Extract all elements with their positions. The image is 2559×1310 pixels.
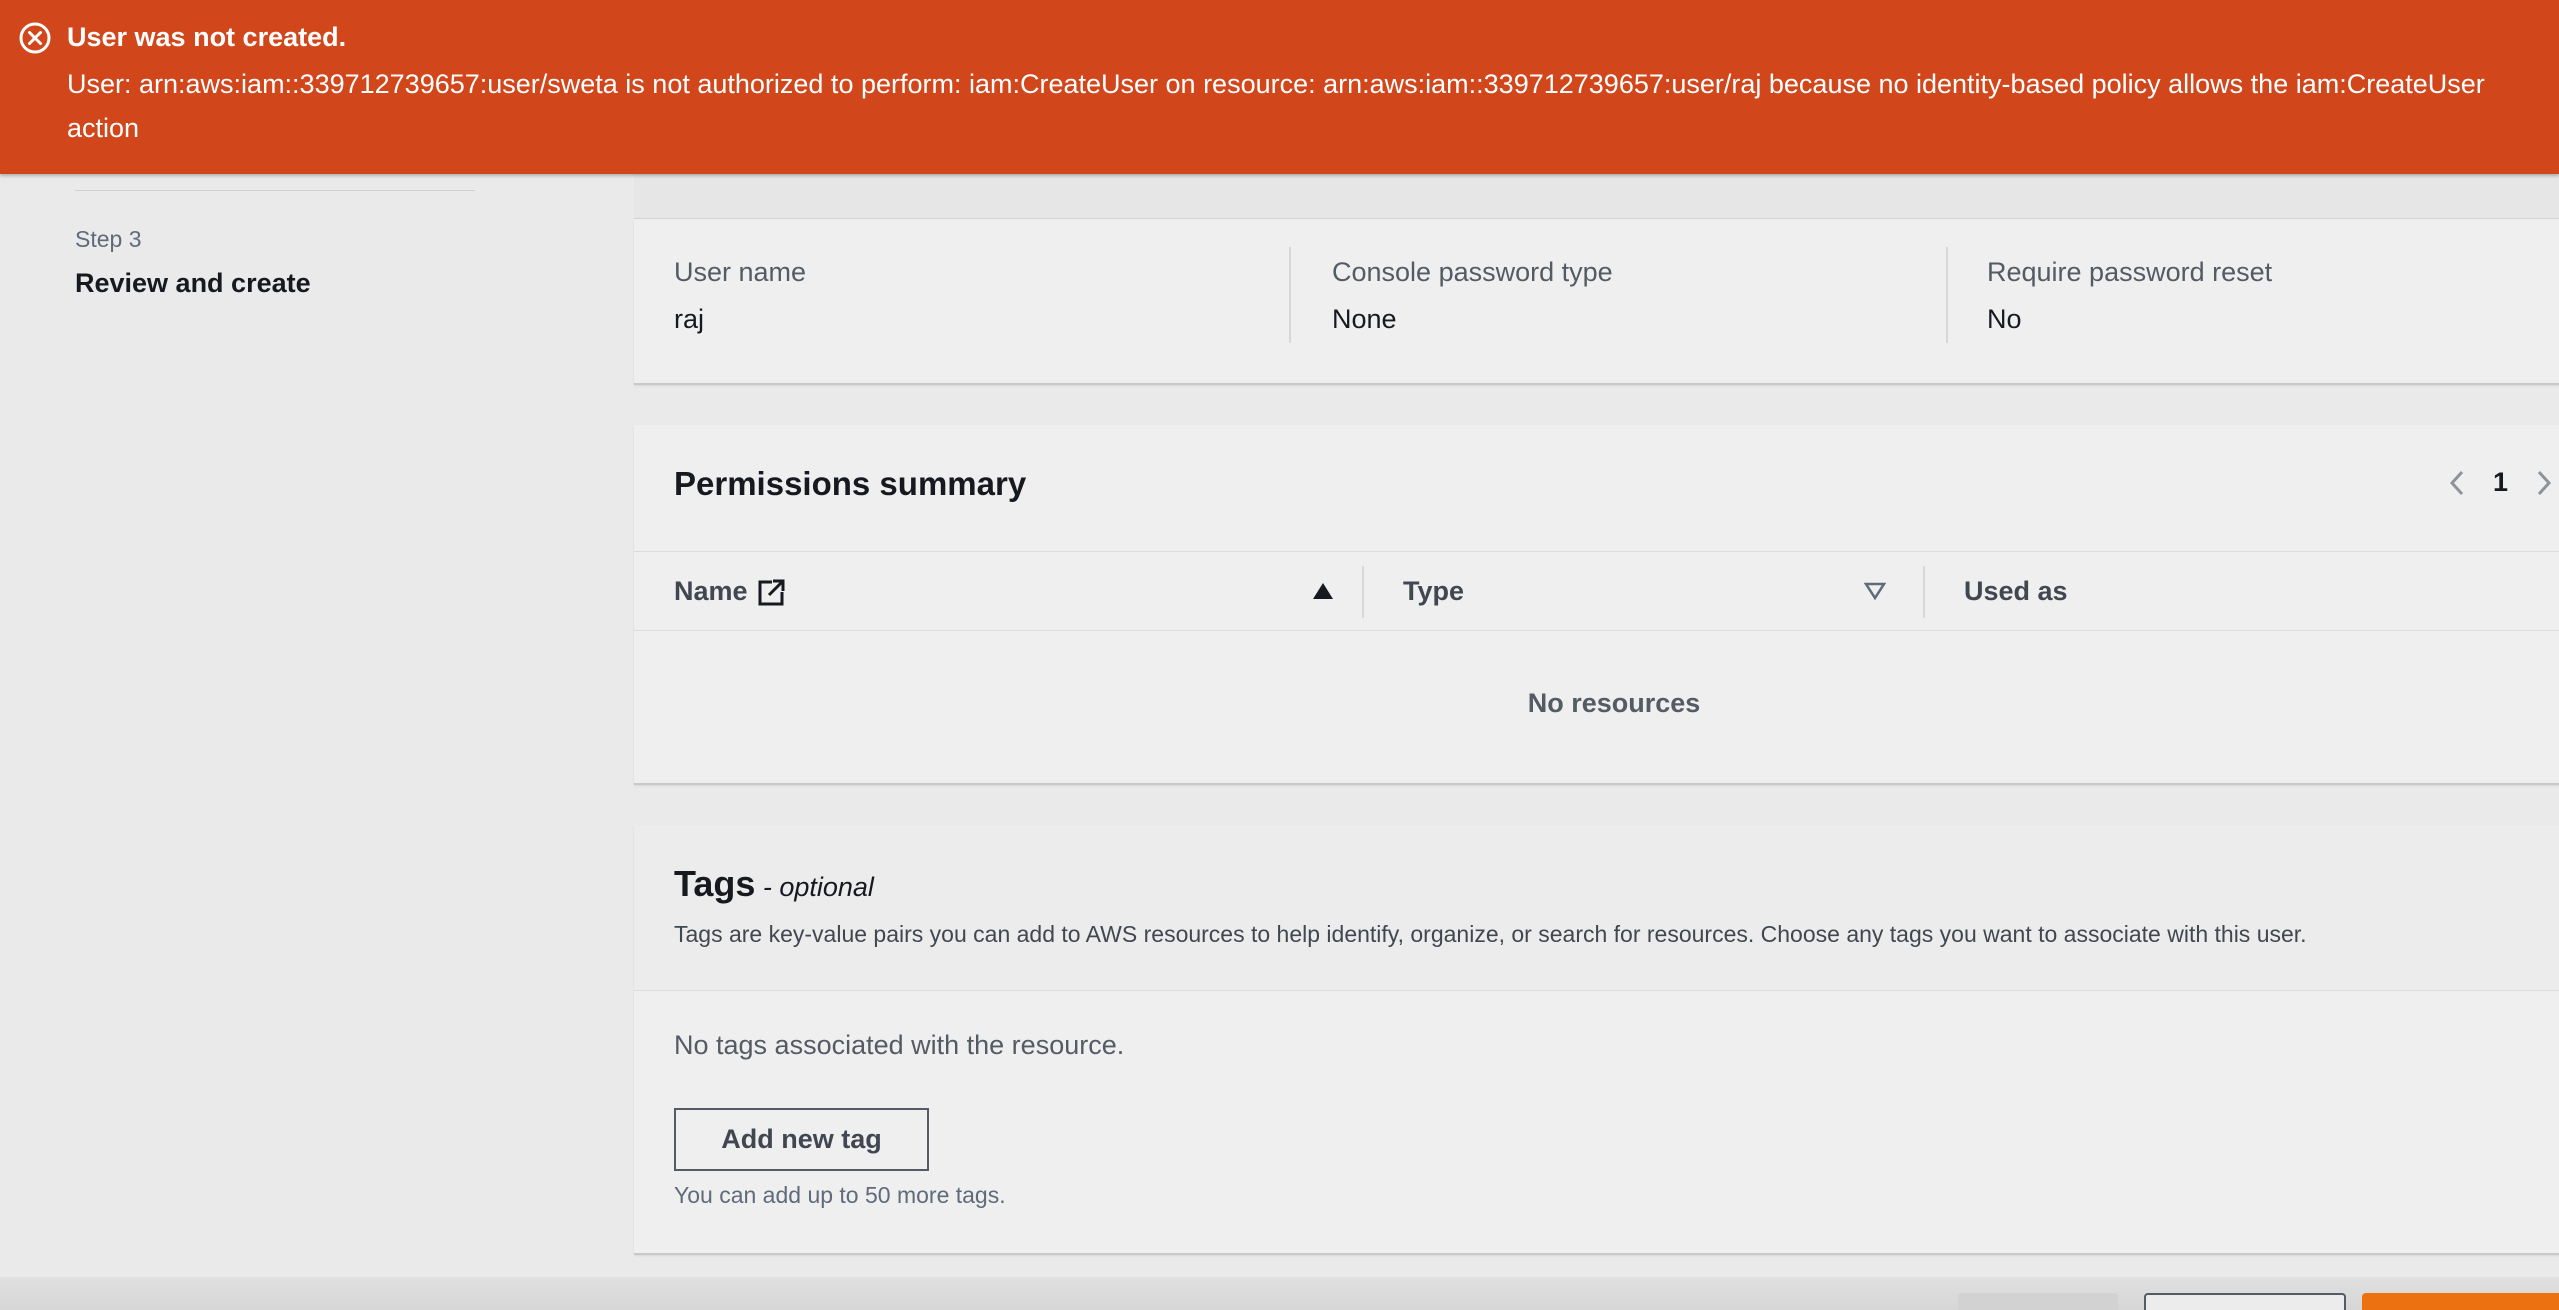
page-number[interactable]: 1 (2493, 467, 2508, 498)
permissions-summary-panel: Permissions summary 1 Name Type Used as … (634, 425, 2559, 785)
step-label: Step 3 (75, 226, 142, 252)
permissions-table-header: Name Type Used as (634, 551, 2559, 631)
permissions-summary-title: Permissions summary (674, 465, 1027, 502)
tags-limit-text: You can add up to 50 more tags. (674, 1182, 1006, 1208)
require-password-reset-field: Require password reset No (1987, 257, 2272, 335)
tags-description: Tags are key-value pairs you can add to … (674, 921, 2307, 947)
column-header-used-as[interactable]: Used as (1964, 576, 2068, 607)
chevron-right-icon[interactable] (2534, 468, 2554, 498)
column-header-name[interactable]: Name (674, 576, 786, 607)
error-flashbar: User was not created. User: arn:aws:iam:… (0, 0, 2559, 174)
require-password-reset-value: No (1987, 304, 2022, 334)
cancel-button[interactable] (2144, 1293, 2346, 1310)
console-password-type-value: None (1332, 304, 1397, 334)
console-password-type-field: Console password type None (1332, 257, 1613, 335)
step-title[interactable]: Review and create (75, 268, 311, 299)
column-header-type[interactable]: Type (1403, 576, 1464, 607)
column-header-name-label: Name (674, 576, 748, 606)
flash-message: User: arn:aws:iam::339712739657:user/swe… (67, 69, 2485, 143)
tags-header: Tags - optional Tags are key-value pairs… (634, 825, 2559, 991)
column-divider (1289, 247, 1291, 343)
tags-title: Tags - optional (674, 863, 874, 905)
create-user-button[interactable] (2362, 1293, 2559, 1310)
chevron-left-icon[interactable] (2447, 468, 2467, 498)
tags-optional-label: - optional (755, 872, 874, 902)
no-resources-message: No resources (1527, 688, 1701, 718)
previous-button[interactable] (1958, 1293, 2118, 1310)
pagination: 1 (2447, 467, 2554, 498)
panel-header-strip (634, 174, 2559, 219)
sort-ascending-icon[interactable] (1312, 582, 1334, 600)
tags-panel: Tags - optional Tags are key-value pairs… (634, 825, 2559, 1255)
user-name-field: User name raj (674, 257, 806, 335)
flash-title: User was not created. (67, 22, 347, 52)
column-header-used-as-label: Used as (1964, 576, 2068, 606)
column-divider (1946, 247, 1948, 343)
console-password-type-label: Console password type (1332, 257, 1613, 287)
sort-descending-icon[interactable] (1864, 582, 1886, 600)
user-details-panel: User name raj Console password type None… (634, 219, 2559, 385)
external-link-icon (758, 577, 786, 605)
add-new-tag-button[interactable]: Add new tag (674, 1108, 929, 1171)
tags-title-text: Tags (674, 863, 756, 904)
no-tags-message: No tags associated with the resource. (674, 1030, 1125, 1060)
column-divider (1362, 566, 1364, 618)
user-name-value: raj (674, 304, 705, 334)
nav-divider (75, 190, 475, 191)
column-divider (1923, 566, 1925, 618)
column-header-type-label: Type (1403, 576, 1465, 606)
error-circle-icon (19, 22, 51, 54)
user-name-label: User name (674, 257, 807, 287)
require-password-reset-label: Require password reset (1987, 257, 2273, 287)
